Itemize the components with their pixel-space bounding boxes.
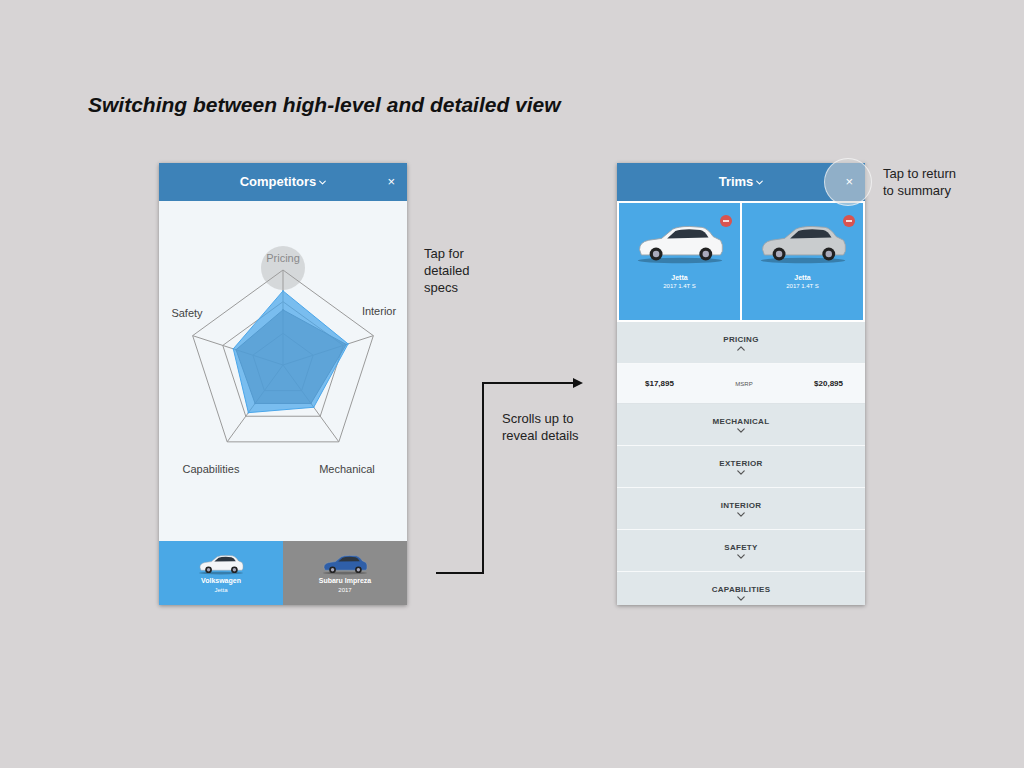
car-icon bbox=[197, 553, 245, 575]
chart-point bbox=[313, 406, 315, 408]
summary-screen: Competitors × Pricing Interior Mechanical Cap… bbox=[159, 163, 407, 605]
header-dropdown[interactable]: Trims bbox=[719, 174, 764, 190]
trim-label: 2017 1.4T S bbox=[786, 282, 819, 290]
summary-body: Pricing Interior Mechanical Capabilities Saf… bbox=[159, 201, 407, 605]
section-label: SAFETY bbox=[724, 543, 757, 553]
chart-point bbox=[233, 348, 235, 350]
detail-body: Jetta2017 1.4T SJetta2017 1.4T SPRICING$… bbox=[617, 201, 865, 605]
remove-icon[interactable] bbox=[843, 215, 855, 227]
chevron-down-icon bbox=[737, 470, 745, 475]
section-header[interactable]: INTERIOR bbox=[617, 488, 865, 530]
section-label: MECHANICAL bbox=[713, 417, 770, 427]
section-label: PRICING bbox=[723, 335, 758, 345]
axis-label[interactable]: Interior bbox=[362, 305, 397, 317]
trim-label: 2017 1.4T S bbox=[663, 282, 696, 290]
vehicle-title: Volkswagen bbox=[201, 576, 241, 585]
annotation-line: specs bbox=[424, 279, 470, 296]
annotation-line: reveal details bbox=[502, 427, 579, 444]
header-title[interactable]: Trims bbox=[719, 174, 754, 190]
section-header[interactable]: PRICING bbox=[617, 322, 865, 364]
trim-name: Jetta bbox=[671, 273, 687, 282]
header-bar: Trims × bbox=[617, 163, 865, 201]
car-icon bbox=[321, 553, 369, 575]
axis-highlight bbox=[261, 246, 305, 290]
detail-screen: Trims×Jetta2017 1.4T SJetta2017 1.4T SPR… bbox=[617, 163, 865, 605]
slide: Switching between high-level and detaile… bbox=[0, 0, 1024, 768]
annotation: Tap fordetailedspecs bbox=[424, 245, 470, 296]
annotation-line: detailed bbox=[424, 262, 470, 279]
flow-arrow-icon bbox=[407, 163, 617, 605]
remove-icon[interactable] bbox=[720, 215, 732, 227]
header-bar: Competitors × bbox=[159, 163, 407, 201]
chart-series bbox=[233, 290, 349, 413]
section-header[interactable]: CAPABILITIES bbox=[617, 572, 865, 605]
section-header[interactable]: MECHANICAL bbox=[617, 404, 865, 446]
chevron-down-icon bbox=[737, 554, 745, 559]
axis-label[interactable]: Capabilities bbox=[183, 463, 240, 475]
radar-chart: Pricing Interior Mechanical Capabilities Saf… bbox=[159, 201, 407, 541]
axis-label[interactable]: Mechanical bbox=[319, 463, 375, 475]
spec-label: MSRP bbox=[735, 380, 752, 388]
close-button[interactable]: × bbox=[845, 174, 853, 190]
vehicle-title: Subaru Impreza bbox=[319, 576, 372, 585]
chart-point bbox=[347, 343, 349, 345]
section-label: CAPABILITIES bbox=[712, 585, 771, 595]
vehicle-tabs: VolkswagenJettaSubaru Impreza2017 bbox=[159, 541, 407, 605]
annotation: Scrolls up toreveal details bbox=[502, 410, 579, 444]
section-label: EXTERIOR bbox=[719, 459, 762, 469]
spec-value: $20,895 bbox=[814, 379, 843, 389]
close-button[interactable]: × bbox=[387, 174, 395, 190]
chevron-down-icon bbox=[737, 512, 745, 517]
trim-card[interactable]: Jetta2017 1.4T S bbox=[619, 203, 740, 320]
annotation-line: Scrolls up to bbox=[502, 410, 579, 427]
chart-point bbox=[282, 290, 284, 292]
slide-title: Switching between high-level and detaile… bbox=[0, 0, 1024, 117]
section-header[interactable]: SAFETY bbox=[617, 530, 865, 572]
chevron-down-icon bbox=[737, 428, 745, 433]
header-title[interactable]: Competitors bbox=[240, 174, 317, 190]
screens-row: Competitors × Pricing Interior Mechanical Cap… bbox=[0, 163, 1024, 605]
radar-chart-svg: Pricing Interior Mechanical Capabilities Saf… bbox=[159, 201, 407, 541]
vehicle-tab[interactable]: VolkswagenJetta bbox=[159, 541, 283, 605]
vehicle-subtitle: Jetta bbox=[214, 586, 227, 594]
annotation-line: to summary bbox=[883, 182, 956, 199]
annotation-area: Tap fordetailedspecs Scrolls up toreveal … bbox=[407, 163, 617, 605]
vehicle-subtitle: 2017 bbox=[338, 586, 351, 594]
axis-label[interactable]: Pricing bbox=[266, 252, 300, 264]
annotation-line: Tap for bbox=[424, 245, 470, 262]
chevron-up-icon bbox=[737, 346, 745, 351]
car-icon bbox=[634, 221, 726, 265]
annotation-line: Tap to return bbox=[883, 165, 956, 182]
chevron-down-icon bbox=[737, 596, 745, 601]
header-dropdown[interactable]: Competitors bbox=[240, 174, 327, 190]
car-icon bbox=[757, 221, 849, 265]
annotation: Tap to returnto summary bbox=[883, 163, 956, 199]
spec-row: $17,895 MSRP $20,895 bbox=[617, 364, 865, 404]
chevron-down-icon bbox=[756, 180, 763, 185]
trim-name: Jetta bbox=[794, 273, 810, 282]
section-header[interactable]: EXTERIOR bbox=[617, 446, 865, 488]
section-label: INTERIOR bbox=[721, 501, 762, 511]
vehicle-tab[interactable]: Subaru Impreza2017 bbox=[283, 541, 407, 605]
trim-cards: Jetta2017 1.4T SJetta2017 1.4T S bbox=[617, 201, 865, 322]
axis-label[interactable]: Safety bbox=[171, 307, 203, 319]
chart-point bbox=[248, 412, 250, 414]
chevron-down-icon bbox=[319, 180, 326, 185]
trim-card[interactable]: Jetta2017 1.4T S bbox=[742, 203, 863, 320]
spec-value: $17,895 bbox=[645, 379, 674, 389]
